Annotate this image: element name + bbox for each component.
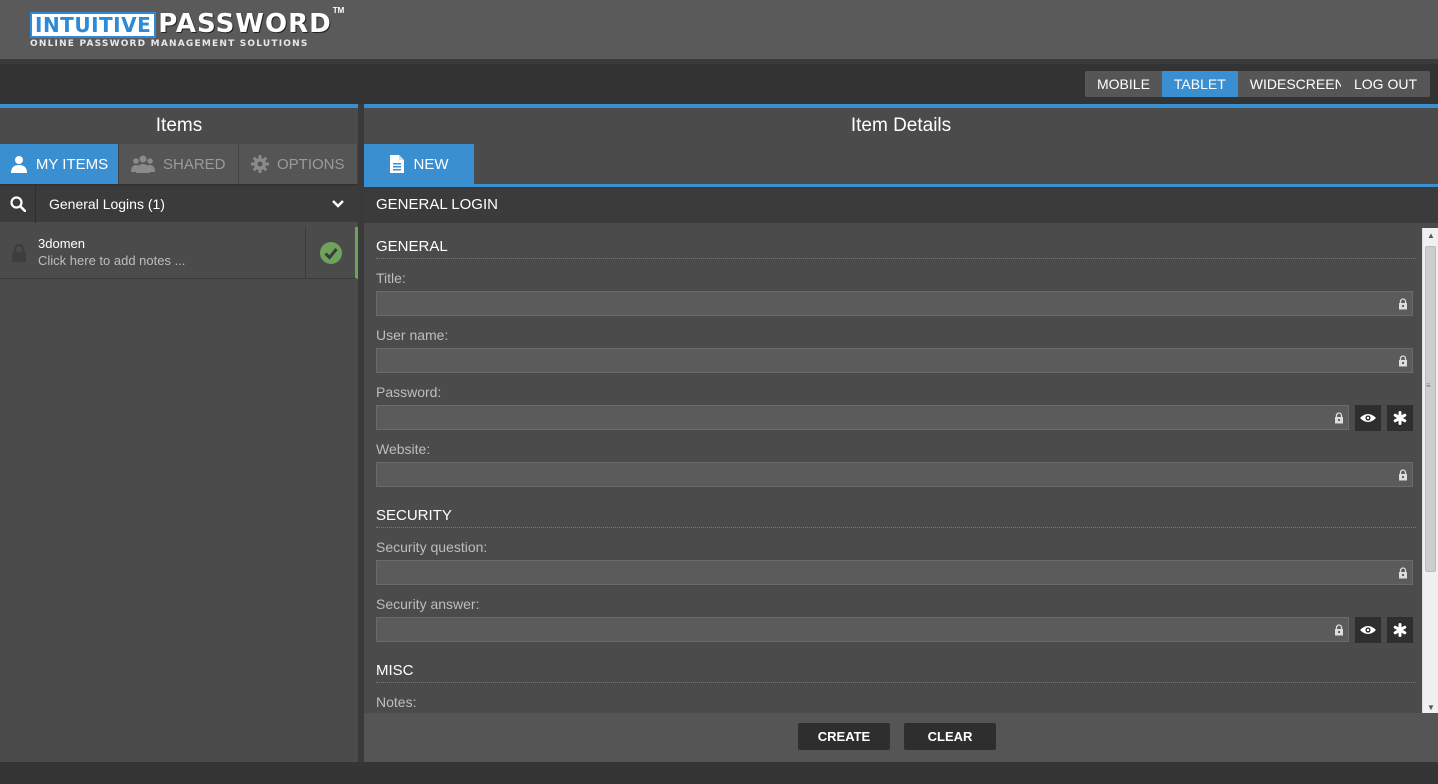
document-icon	[389, 155, 404, 173]
tab-underline	[364, 184, 1438, 187]
title-input[interactable]	[376, 291, 1413, 316]
field-lock-icon	[1399, 469, 1407, 481]
tab-options[interactable]: OPTIONS	[238, 144, 358, 184]
generate-answer-button[interactable]	[1387, 617, 1413, 643]
tab-shared[interactable]: SHARED	[119, 144, 239, 184]
field-lock-icon	[1335, 412, 1343, 424]
app-header: INTUITIVE PASSWORD TM ONLINE PASSWORD MA…	[0, 0, 1438, 59]
logo[interactable]: INTUITIVE PASSWORD TM ONLINE PASSWORD MA…	[30, 6, 345, 49]
search-button[interactable]	[0, 185, 36, 223]
scroll-up-arrow-icon[interactable]: ▲	[1423, 228, 1438, 244]
items-panel-title: Items	[0, 108, 358, 144]
form-scrollbar[interactable]: ▲ ≡ ▼	[1422, 228, 1438, 716]
eye-icon	[1360, 626, 1376, 634]
logo-word: PASSWORD	[158, 9, 332, 39]
show-answer-button[interactable]	[1355, 617, 1381, 643]
logo-boxed-text: INTUITIVE	[30, 12, 157, 38]
scroll-grip-icon: ≡	[1426, 381, 1431, 390]
category-filter[interactable]: General Logins (1)	[0, 184, 358, 223]
clear-button[interactable]: CLEAR	[904, 723, 996, 750]
title-label: Title:	[376, 270, 406, 286]
item-details-title: Item Details	[364, 108, 1438, 144]
item-form: GENERAL Title: User name: Password: Webs…	[364, 226, 1438, 717]
item-details-panel: Item Details NEW GENERAL LOGIN GENERAL T…	[364, 104, 1438, 762]
view-mode-switcher: MOBILE TABLET WIDESCREEN	[1085, 71, 1357, 97]
top-toolbar: MOBILE TABLET WIDESCREEN LOG OUT	[0, 64, 1438, 104]
gear-icon	[250, 155, 269, 173]
lock-icon	[0, 227, 38, 278]
generate-password-button[interactable]	[1387, 405, 1413, 431]
create-button[interactable]: CREATE	[798, 723, 890, 750]
tab-my-items[interactable]: MY ITEMS	[0, 144, 119, 184]
password-input[interactable]	[376, 405, 1349, 430]
tab-my-items-label: MY ITEMS	[35, 155, 109, 173]
scroll-thumb[interactable]	[1425, 246, 1436, 572]
logout-button[interactable]: LOG OUT	[1341, 71, 1430, 97]
bottom-strip	[0, 762, 1438, 784]
view-widescreen-button[interactable]: WIDESCREEN	[1237, 71, 1357, 97]
group-misc-heading: MISC	[376, 662, 1416, 683]
security-answer-label: Security answer:	[376, 596, 480, 612]
items-tabs: MY ITEMS SHARED OPTIONS	[0, 144, 358, 184]
items-panel: Items MY ITEMS SHARED OPTIONS General Lo…	[0, 104, 358, 762]
form-actions: CREATE CLEAR	[364, 713, 1438, 762]
field-lock-icon	[1399, 355, 1407, 367]
chevron-down-icon[interactable]	[318, 199, 358, 209]
field-lock-icon	[1399, 298, 1407, 310]
logo-tagline: ONLINE PASSWORD MANAGEMENT SOLUTIONS	[30, 39, 309, 49]
field-lock-icon	[1335, 624, 1343, 636]
tab-new[interactable]: NEW	[364, 144, 474, 184]
category-filter-label: General Logins (1)	[49, 196, 165, 212]
section-title: GENERAL LOGIN	[364, 187, 1438, 223]
password-label: Password:	[376, 384, 442, 400]
list-item[interactable]: 3domen Click here to add notes ...	[0, 227, 358, 279]
tab-options-label: OPTIONS	[276, 155, 345, 173]
search-icon	[9, 196, 26, 212]
item-notes[interactable]: Click here to add notes ...	[38, 253, 305, 268]
user-icon	[10, 156, 27, 173]
details-tabs: NEW	[364, 144, 1438, 187]
field-lock-icon	[1399, 567, 1407, 579]
view-tablet-button[interactable]: TABLET	[1161, 71, 1238, 97]
username-label: User name:	[376, 327, 449, 343]
view-mobile-button[interactable]: MOBILE	[1085, 71, 1162, 97]
asterisk-icon	[1393, 411, 1407, 425]
tab-shared-label: SHARED	[162, 155, 226, 173]
security-answer-input[interactable]	[376, 617, 1349, 642]
security-question-label: Security question:	[376, 539, 488, 555]
eye-icon	[1360, 414, 1376, 422]
tab-new-label: NEW	[413, 155, 449, 173]
show-password-button[interactable]	[1355, 405, 1381, 431]
asterisk-icon	[1393, 623, 1407, 637]
website-label: Website:	[376, 441, 431, 457]
username-input[interactable]	[376, 348, 1413, 373]
notes-label: Notes:	[376, 694, 417, 710]
group-security-heading: SECURITY	[376, 507, 1416, 528]
item-name: 3domen	[38, 236, 85, 251]
logo-trademark: TM	[332, 6, 345, 15]
check-circle-icon[interactable]	[305, 227, 355, 278]
group-icon	[130, 155, 155, 173]
group-general-heading: GENERAL	[376, 238, 1416, 259]
website-input[interactable]	[376, 462, 1413, 487]
security-question-input[interactable]	[376, 560, 1413, 585]
